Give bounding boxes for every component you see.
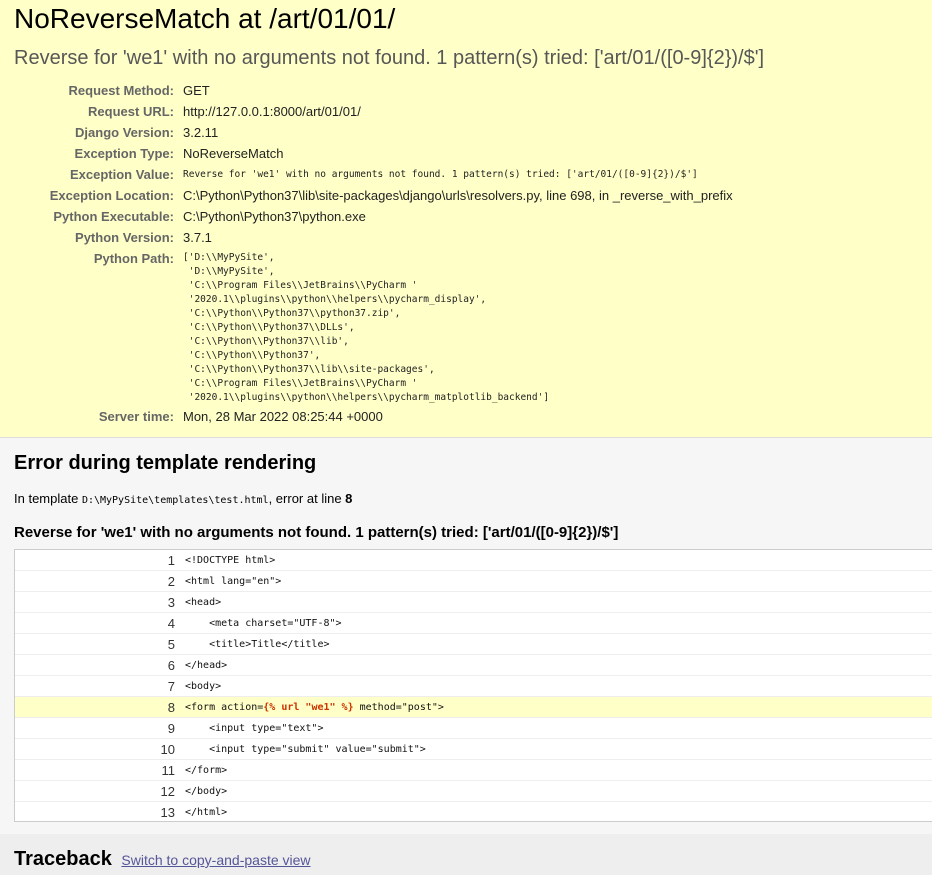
line-number: 9: [167, 721, 175, 736]
source-line: 9 <input type="text">: [15, 718, 932, 739]
python-path-entry: '2020.1\\plugins\\python\\helpers\\pycha…: [183, 294, 487, 305]
meta-label: Python Version:: [75, 230, 174, 245]
line-code: <title>Title</title>: [185, 639, 330, 650]
python-path-entry: 'C:\\Python\\Python37\\lib',: [183, 336, 349, 347]
line-code: </form>: [185, 765, 228, 776]
python-path-entry: '2020.1\\plugins\\python\\helpers\\pycha…: [183, 392, 550, 403]
source-line: 13 </html>: [15, 802, 932, 823]
meta-value: 3.2.11: [183, 125, 219, 140]
meta-value: C:\Python\Python37\lib\site-packages\dja…: [183, 188, 733, 203]
source-line: 3 <head>: [15, 592, 932, 613]
meta-row-python-version: Python Version: 3.7.1: [0, 227, 932, 248]
meta-value: Mon, 28 Mar 2022 08:25:44 +0000: [183, 409, 383, 424]
template-path: D:\MyPySite\templates\test.html: [81, 495, 269, 506]
traceback-section: Traceback Switch to copy-and-paste view: [0, 834, 932, 875]
meta-label: Server time:: [98, 409, 174, 424]
traceback-heading: Traceback Switch to copy-and-paste view: [14, 846, 311, 873]
meta-row-python-executable: Python Executable: C:\Python\Python37\py…: [0, 206, 932, 227]
line-number: 7: [167, 679, 175, 694]
summary-section: NoReverseMatch at /art/01/01/ Reverse fo…: [0, 0, 932, 438]
source-line: 12 </body>: [15, 781, 932, 802]
meta-label: Django Version:: [75, 125, 174, 140]
traceback-title: Traceback: [14, 848, 112, 870]
template-info-middle: , error at line: [268, 491, 346, 506]
line-code: <form action={% url "we1" %} method="pos…: [185, 697, 444, 718]
template-error-message: Reverse for 'we1' with no arguments not …: [14, 524, 619, 541]
meta-label: Python Executable:: [53, 209, 174, 224]
meta-value: C:\Python\Python37\python.exe: [183, 209, 366, 224]
line-number: 3: [167, 595, 175, 610]
meta-value: GET: [183, 83, 210, 98]
template-error-line: 8: [345, 491, 353, 506]
python-path-entry: 'C:\\Python\\Python37\\python37.zip',: [183, 308, 401, 319]
line-code: <input type="text">: [185, 723, 324, 734]
line-code: <input type="submit" value="submit">: [185, 744, 426, 755]
line-code: </html>: [185, 807, 228, 818]
line-code: <head>: [185, 597, 222, 608]
meta-row-request-method: Request Method: GET: [0, 80, 932, 101]
source-line: 10 <input type="submit" value="submit">: [15, 739, 932, 760]
line-code: </head>: [185, 660, 228, 671]
meta-row-exception-type: Exception Type: NoReverseMatch: [0, 143, 932, 164]
source-line: 11 </form>: [15, 760, 932, 781]
meta-label: Request URL:: [88, 104, 174, 119]
meta-row-django-version: Django Version: 3.2.11: [0, 122, 932, 143]
meta-label: Exception Location:: [49, 188, 174, 203]
source-line-error: 8 <form action={% url "we1" %} method="p…: [15, 697, 932, 718]
line-code: <meta charset="UTF-8">: [185, 618, 342, 629]
python-path-entry: 'C:\\Program Files\\JetBrains\\PyCharm ': [183, 280, 418, 291]
line-code: <body>: [185, 681, 222, 692]
line-number: 8: [167, 700, 175, 715]
python-path-entry: 'C:\\Python\\Python37\\lib\\site-package…: [183, 364, 435, 375]
line-code: </body>: [185, 786, 228, 797]
meta-label: Exception Type:: [74, 146, 174, 161]
line-code: <!DOCTYPE html>: [185, 555, 276, 566]
code-before-tag: <form action=: [185, 702, 264, 713]
source-line: 4 <meta charset="UTF-8">: [15, 613, 932, 634]
page-title: NoReverseMatch at /art/01/01/: [14, 3, 396, 34]
source-line: 5 <title>Title</title>: [15, 634, 932, 655]
python-path-entry: 'D:\\MyPySite',: [183, 266, 275, 277]
source-line: 7 <body>: [15, 676, 932, 697]
template-info-prefix: In template: [14, 491, 82, 506]
template-source-listing: 1 <!DOCTYPE html> 2 <html lang="en"> 3 <…: [14, 549, 932, 822]
meta-row-request-url: Request URL: http://127.0.0.1:8000/art/0…: [0, 101, 932, 122]
line-number: 10: [160, 742, 175, 757]
line-code: <html lang="en">: [185, 576, 282, 587]
line-number: 5: [167, 637, 175, 652]
template-info: In template D:\MyPySite\templates\test.h…: [14, 490, 352, 510]
meta-row-server-time: Server time: Mon, 28 Mar 2022 08:25:44 +…: [0, 406, 932, 427]
line-number: 1: [167, 553, 175, 568]
source-line: 1 <!DOCTYPE html>: [15, 550, 932, 571]
python-path-entry: 'C:\\Program Files\\JetBrains\\PyCharm ': [183, 378, 418, 389]
line-number: 6: [167, 658, 175, 673]
exception-message: Reverse for 'we1' with no arguments not …: [14, 47, 765, 69]
meta-label: Request Method:: [68, 83, 174, 98]
meta-label: Python Path:: [93, 251, 174, 266]
code-after-tag: method="post">: [353, 702, 444, 713]
line-number: 11: [161, 763, 176, 778]
meta-value: 3.7.1: [183, 230, 212, 245]
line-number: 13: [160, 805, 175, 820]
switch-to-copy-paste-link[interactable]: Switch to copy-and-paste view: [121, 852, 310, 868]
python-path-entry: 'C:\\Python\\Python37',: [183, 350, 321, 361]
line-number: 4: [167, 616, 175, 631]
meta-value: NoReverseMatch: [183, 146, 284, 161]
python-path-entry: 'C:\\Python\\Python37\\DLLs',: [183, 322, 355, 333]
line-number: 2: [167, 574, 175, 589]
meta-row-exception-value: Exception Value: Reverse for 'we1' with …: [0, 164, 932, 185]
meta-label: Exception Value:: [69, 167, 174, 182]
python-path-list: ['D:\\MyPySite', 'D:\\MyPySite', 'C:\\Pr…: [183, 251, 549, 405]
meta-value: Reverse for 'we1' with no arguments not …: [183, 169, 698, 180]
line-number: 12: [160, 784, 175, 799]
meta-value: http://127.0.0.1:8000/art/01/01/: [183, 104, 361, 119]
source-line: 6 </head>: [15, 655, 932, 676]
template-error-section: Error during template rendering In templ…: [0, 438, 932, 834]
meta-row-exception-location: Exception Location: C:\Python\Python37\l…: [0, 185, 932, 206]
template-tag-error: {% url "we1" %}: [263, 702, 354, 713]
template-error-heading: Error during template rendering: [14, 452, 317, 474]
source-line: 2 <html lang="en">: [15, 571, 932, 592]
python-path-entry: ['D:\\MyPySite',: [183, 252, 275, 263]
